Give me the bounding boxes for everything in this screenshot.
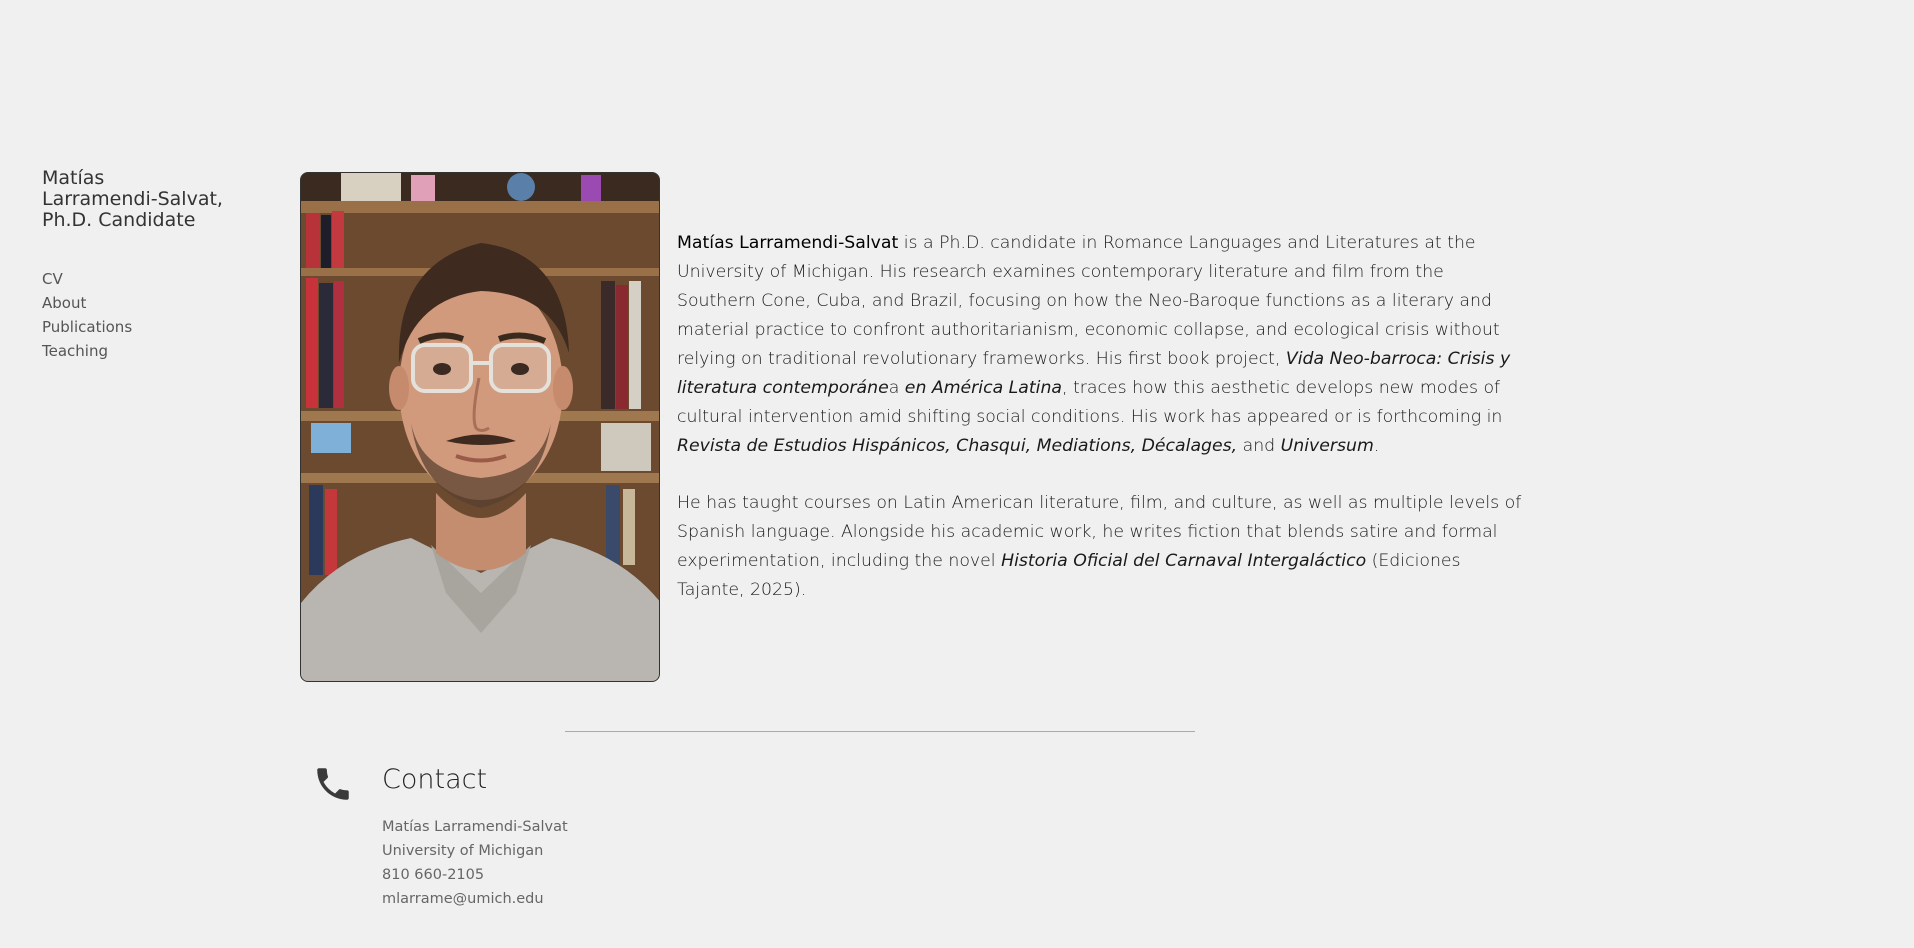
- phone-icon: [312, 763, 354, 805]
- contact-details: Matías Larramendi-Salvat University of M…: [382, 815, 568, 911]
- portrait-illustration: [301, 173, 659, 681]
- bio-text-span: a: [888, 378, 900, 398]
- nav-link-publications[interactable]: Publications: [42, 315, 242, 339]
- nav-link-teaching[interactable]: Teaching: [42, 339, 242, 363]
- journal-list: Revista de Estudios Hispánicos, Chasqui,…: [677, 436, 1238, 456]
- nav-link-about[interactable]: About: [42, 291, 242, 315]
- bio-name: Matías Larramendi-Salvat: [677, 233, 899, 253]
- site-title-line: Larramendi-Salvat,: [42, 188, 223, 210]
- sidebar: Matías Larramendi-Salvat, Ph.D. Candidat…: [42, 168, 242, 363]
- contact-phone[interactable]: 810 660-2105: [382, 863, 568, 887]
- bio-paragraph-1: Matías Larramendi-Salvat is a Ph.D. cand…: [677, 229, 1527, 461]
- bio-text-span: .: [1373, 436, 1380, 456]
- main-nav: CV About Publications Teaching: [42, 267, 242, 363]
- journal-last: Universum: [1280, 436, 1374, 456]
- site-title-line: Ph.D. Candidate: [42, 209, 196, 231]
- novel-title: Historia Oficial del Carnaval Intergalác…: [1001, 551, 1367, 571]
- book-title-cont: en América Latina: [899, 378, 1062, 398]
- site-title-line: Matías: [42, 167, 105, 189]
- profile-photo: [300, 172, 660, 682]
- contact-institution: University of Michigan: [382, 843, 544, 859]
- contact-name: Matías Larramendi-Salvat: [382, 819, 568, 835]
- bio-text-span: and: [1237, 436, 1281, 456]
- site-title[interactable]: Matías Larramendi-Salvat, Ph.D. Candidat…: [42, 168, 242, 231]
- nav-link-cv[interactable]: CV: [42, 267, 242, 291]
- bio-paragraph-2: He has taught courses on Latin American …: [677, 489, 1527, 605]
- contact-email[interactable]: mlarrame@umich.edu: [382, 887, 568, 911]
- contact-heading: Contact: [382, 764, 488, 795]
- bio-text: Matías Larramendi-Salvat is a Ph.D. cand…: [677, 229, 1527, 633]
- section-divider: [565, 731, 1195, 732]
